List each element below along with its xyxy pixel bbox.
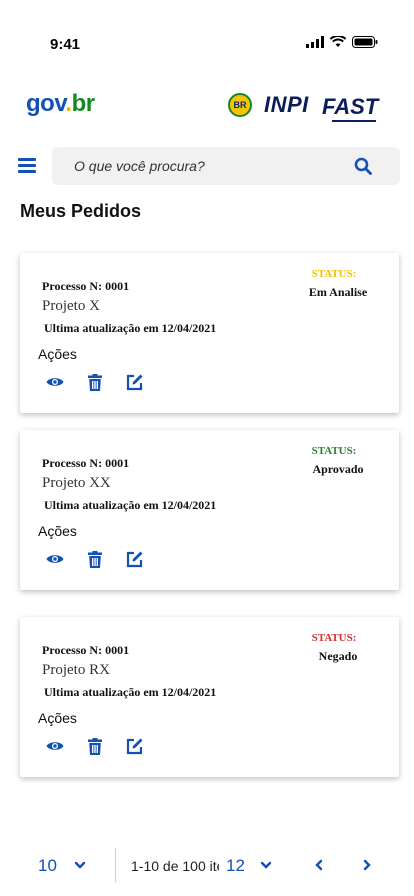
edit-icon[interactable]: [126, 737, 144, 755]
view-icon[interactable]: [46, 550, 64, 568]
process-number: Processo N: 0001: [42, 279, 130, 293]
battery-icon: [352, 36, 378, 48]
card-actions: [46, 373, 144, 391]
process-number: Processo N: 0001: [42, 456, 130, 470]
current-page-value[interactable]: 12: [226, 856, 245, 876]
trash-icon[interactable]: [86, 373, 104, 391]
inpi-logo: INPI: [264, 92, 309, 117]
actions-label: Ações: [38, 346, 77, 362]
pagination-divider: [115, 848, 116, 882]
status-bar: 9:41: [0, 0, 414, 60]
chevron-down-icon[interactable]: [74, 859, 86, 871]
signal-icon: [306, 36, 324, 48]
request-card: Processo N: 0001 Projeto RX Ultima atual…: [20, 617, 399, 777]
fast-logo: FAST: [322, 94, 379, 122]
view-icon[interactable]: [46, 737, 64, 755]
status-label: STATUS:: [311, 268, 357, 280]
chevron-down-icon[interactable]: [260, 859, 272, 871]
pagination-bar: 10 1-10 de 100 itens 12: [0, 848, 414, 884]
project-name: Projeto X: [42, 298, 100, 314]
page-size-value[interactable]: 10: [38, 856, 57, 876]
card-actions: [46, 550, 144, 568]
request-card: Processo N: 0001 Projeto XX Ultima atual…: [20, 430, 399, 590]
edit-icon[interactable]: [126, 373, 144, 391]
status-value: Aprovado: [312, 462, 364, 476]
trash-icon[interactable]: [86, 550, 104, 568]
status-label: STATUS:: [311, 445, 357, 457]
actions-label: Ações: [38, 710, 77, 726]
page-title: Meus Pedidos: [20, 201, 142, 221]
last-update: Ultima atualização em 12/04/2021: [44, 321, 217, 335]
card-actions: [46, 737, 144, 755]
chevron-left-icon[interactable]: [313, 859, 325, 871]
request-card: Processo N: 0001 Projeto X Ultima atuali…: [20, 253, 399, 413]
view-icon[interactable]: [46, 373, 64, 391]
gov-br-logo[interactable]: gov.br: [26, 90, 95, 118]
items-range: 1-10 de 100 itens: [131, 858, 219, 874]
last-update: Ultima atualização em 12/04/2021: [44, 498, 217, 512]
actions-label: Ações: [38, 523, 77, 539]
br-badge-logo: BR: [228, 93, 252, 117]
search-input[interactable]: [74, 147, 344, 185]
search-icon[interactable]: [354, 157, 372, 175]
status-value: Negado: [318, 649, 358, 663]
project-name: Projeto XX: [42, 475, 111, 491]
status-label: STATUS:: [311, 632, 357, 644]
search-bar: [52, 147, 400, 185]
wifi-icon: [330, 36, 346, 47]
hamburger-menu-icon[interactable]: [18, 158, 36, 174]
process-number: Processo N: 0001: [42, 643, 130, 657]
last-update: Ultima atualização em 12/04/2021: [44, 685, 217, 699]
project-name: Projeto RX: [42, 662, 110, 678]
chevron-right-icon[interactable]: [361, 859, 373, 871]
status-icons: [306, 36, 378, 48]
app-header: gov.br BR INPI FAST: [0, 86, 414, 126]
status-value: Em Analise: [308, 285, 368, 299]
edit-icon[interactable]: [126, 550, 144, 568]
trash-icon[interactable]: [86, 737, 104, 755]
status-time: 9:41: [50, 36, 81, 53]
